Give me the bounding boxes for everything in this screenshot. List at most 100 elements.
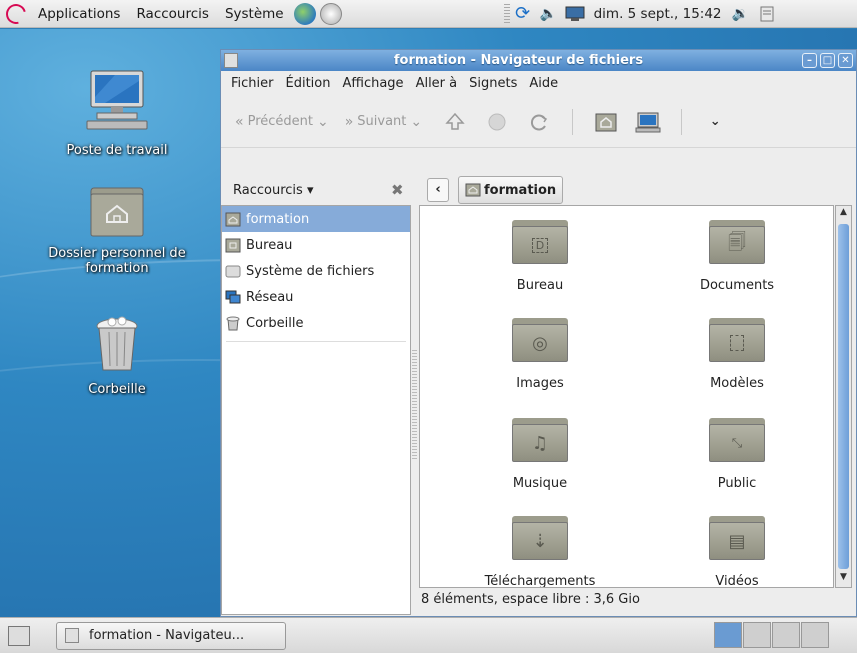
- menu-fichier[interactable]: Fichier: [225, 76, 280, 91]
- menu-aide[interactable]: Aide: [523, 76, 564, 91]
- pictures-folder-icon: ◎: [512, 318, 568, 362]
- path-back-button[interactable]: ‹: [427, 178, 449, 202]
- file-label: Musique: [512, 476, 568, 491]
- file-item-bureau[interactable]: D Bureau: [475, 220, 605, 293]
- file-item-musique[interactable]: ♫ Musique: [475, 418, 605, 491]
- overflow-chevron-icon[interactable]: ⌄: [702, 109, 728, 135]
- up-icon[interactable]: [442, 109, 468, 135]
- volume-icon[interactable]: 🔈: [539, 5, 559, 23]
- breadcrumb-label: formation: [484, 182, 557, 198]
- toolbar: « Précédent ⌄ » Suivant ⌄ ⌄: [221, 96, 856, 148]
- top-panel: Applications Raccourcis Système ⟳ 🔈 dim.…: [0, 0, 857, 28]
- update-notifier-icon[interactable]: ⟳: [513, 3, 533, 24]
- minimize-button[interactable]: –: [802, 53, 817, 68]
- videos-folder-icon: ▤: [709, 516, 765, 560]
- shutdown-icon[interactable]: [757, 5, 777, 23]
- back-history-chevron-icon[interactable]: ⌄: [317, 114, 329, 130]
- sidebar-item-trash[interactable]: Corbeille: [222, 310, 410, 336]
- menu-applications[interactable]: Applications: [30, 6, 128, 22]
- forward-history-chevron-icon[interactable]: ⌄: [410, 114, 422, 130]
- reload-icon[interactable]: [526, 109, 552, 135]
- templates-folder-icon: [709, 318, 765, 362]
- sidebar-item-network[interactable]: Réseau: [222, 284, 410, 310]
- file-item-modeles[interactable]: Modèles: [672, 318, 802, 391]
- location-bar: Raccourcis ▾ ✖ ‹ formation: [221, 175, 857, 205]
- scrollbar-thumb[interactable]: [838, 224, 849, 569]
- network-icon[interactable]: [565, 5, 585, 23]
- menu-edition[interactable]: Édition: [280, 76, 337, 91]
- file-label: Images: [516, 376, 564, 391]
- sidebar-title-label: Raccourcis: [233, 183, 303, 198]
- desktop-icon-home[interactable]: Dossier personnel de formation: [32, 184, 202, 276]
- menu-affichage[interactable]: Affichage: [336, 76, 409, 91]
- debian-logo-icon[interactable]: [2, 0, 30, 28]
- close-button[interactable]: ✕: [838, 53, 853, 68]
- sidebar-close-icon[interactable]: ✖: [391, 181, 404, 199]
- mail-launcher-icon[interactable]: [319, 2, 342, 25]
- sidebar-item-bureau[interactable]: Bureau: [222, 232, 410, 258]
- computer-icon: [32, 67, 202, 139]
- panel-handle: [503, 3, 510, 24]
- computer-icon[interactable]: [635, 109, 661, 135]
- toolbar-separator: [681, 108, 683, 135]
- sidebar-item-formation[interactable]: formation: [222, 206, 410, 232]
- sidebar: formation Bureau Système de fichiers Rés…: [221, 205, 411, 615]
- public-folder-icon: ⤡: [709, 418, 765, 462]
- breadcrumb[interactable]: formation: [458, 176, 564, 204]
- show-desktop-icon[interactable]: [8, 625, 30, 646]
- window-title: formation - Navigateur de fichiers: [393, 53, 644, 68]
- stop-icon[interactable]: [484, 109, 510, 135]
- pane-splitter[interactable]: [412, 350, 417, 460]
- file-label: Vidéos: [715, 574, 759, 588]
- documents-folder-icon: 🗐: [709, 220, 765, 264]
- menu-signets[interactable]: Signets: [463, 76, 523, 91]
- file-item-documents[interactable]: 🗐 Documents: [672, 220, 802, 293]
- desktop-folder-icon: D: [512, 220, 568, 264]
- file-label: Public: [717, 476, 757, 491]
- file-item-telechargements[interactable]: ⇣ Téléchargements: [475, 516, 605, 588]
- menubar: Fichier Édition Affichage Aller à Signet…: [221, 71, 856, 96]
- trash-icon: [226, 316, 240, 330]
- trash-icon: [32, 314, 202, 378]
- forward-arrow-icon: »: [344, 113, 354, 130]
- menu-systeme[interactable]: Système: [217, 6, 292, 22]
- file-view: D Bureau 🗐 Documents ◎ Images Modèles ♫ …: [419, 205, 834, 588]
- web-browser-launcher-icon[interactable]: [293, 2, 316, 25]
- back-button[interactable]: « Précédent ⌄: [231, 114, 333, 130]
- sidebar-item-label: Bureau: [246, 237, 293, 253]
- file-item-public[interactable]: ⤡ Public: [672, 418, 802, 491]
- window-titlebar[interactable]: formation - Navigateur de fichiers – □ ✕: [221, 50, 856, 71]
- workspace-4[interactable]: [801, 622, 829, 648]
- sidebar-item-filesystem[interactable]: Système de fichiers: [222, 258, 410, 284]
- vertical-scrollbar[interactable]: ▲ ▼: [835, 205, 852, 588]
- workspace-1[interactable]: [714, 622, 742, 648]
- home-icon[interactable]: [593, 109, 619, 135]
- workspace-switcher: [714, 622, 830, 648]
- workspace-3[interactable]: [772, 622, 800, 648]
- clock[interactable]: dim. 5 sept., 15:42: [588, 6, 728, 22]
- scroll-down-icon[interactable]: ▼: [837, 572, 850, 586]
- window-menu-icon[interactable]: [224, 53, 238, 68]
- file-label: Documents: [699, 278, 775, 293]
- desktop-icon-trash[interactable]: Corbeille: [32, 314, 202, 397]
- scroll-up-icon[interactable]: ▲: [837, 207, 850, 221]
- file-label: Bureau: [516, 278, 564, 293]
- toolbar-separator: [572, 108, 574, 135]
- workspace-2[interactable]: [743, 622, 771, 648]
- back-arrow-icon: «: [235, 113, 244, 130]
- home-icon: [225, 212, 241, 226]
- sidebar-item-label: formation: [246, 211, 310, 227]
- menu-aller-a[interactable]: Aller à: [410, 76, 464, 91]
- maximize-button[interactable]: □: [820, 53, 835, 68]
- file-label: Téléchargements: [484, 574, 596, 588]
- taskbar-button[interactable]: formation - Navigateu...: [56, 621, 286, 650]
- forward-button[interactable]: » Suivant ⌄: [341, 114, 426, 130]
- file-item-images[interactable]: ◎ Images: [475, 318, 605, 391]
- sidebar-title[interactable]: Raccourcis ▾: [233, 183, 313, 198]
- desktop-icon-computer[interactable]: Poste de travail: [32, 67, 202, 158]
- sidebar-divider: [226, 341, 406, 342]
- file-item-videos[interactable]: ▤ Vidéos: [672, 516, 802, 588]
- sidebar-item-label: Système de fichiers: [246, 263, 375, 279]
- volume-applet-icon[interactable]: 🔉: [731, 5, 751, 23]
- menu-raccourcis[interactable]: Raccourcis: [128, 6, 216, 22]
